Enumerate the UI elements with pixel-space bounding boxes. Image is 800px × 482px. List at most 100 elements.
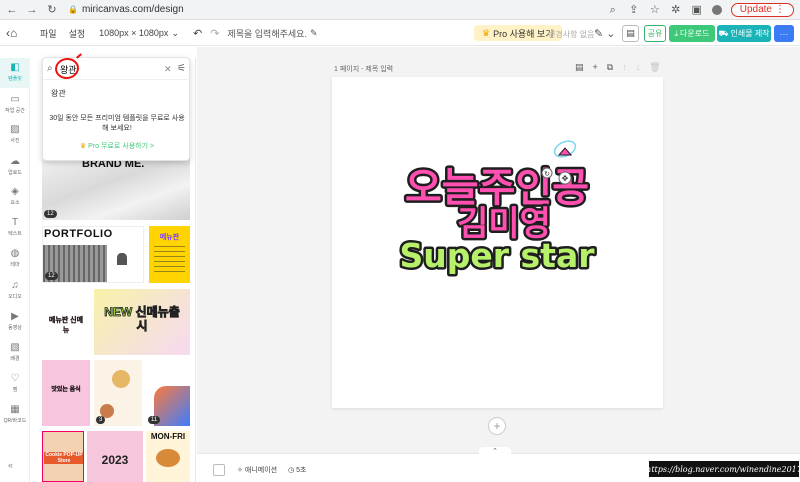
rail-item-template[interactable]: ◧ 템플릿 [0, 62, 30, 82]
save-icon: ▤ [626, 28, 635, 38]
page-toolbar: ▤ + ⧉ ↑ ↓ 🗑 [575, 62, 661, 73]
title-input[interactable]: 제목을 입력해주세요. ✎ [227, 27, 317, 40]
pro-free-link[interactable]: ♛ Pro 무료로 사용하기 > [43, 141, 191, 151]
app-header: ‹⌂ 파일 설정 1080px × 1080px ⌄ ↶ ↷ 제목을 입력해주세요… [0, 21, 800, 46]
rail-item-upload[interactable]: ☁ 업로드 [0, 156, 30, 176]
page-count-badge: 12 [44, 210, 57, 218]
elements-icon: ◈ [11, 186, 19, 197]
rail-item-background[interactable]: ▧ 배경 [0, 342, 30, 362]
expand-pages-handle[interactable]: ⌃ [479, 447, 511, 455]
download-button[interactable]: ⤓ 다운로드 [669, 25, 715, 42]
page-count-badge: 11 [148, 416, 161, 424]
crown-icon: ♛ [482, 27, 491, 38]
template-gradient[interactable]: 11 [146, 360, 190, 426]
template-menu-sticker[interactable]: 메뉴판 신메뉴 [42, 289, 90, 355]
pen-tool-icon[interactable]: ✎ ⌄ [594, 27, 616, 40]
star-icon[interactable]: ☆ [649, 4, 661, 16]
copy-icon[interactable]: ⧉ [607, 62, 613, 73]
watermark: https://blog.naver.com/winendine2017 [646, 461, 800, 477]
menu-settings[interactable]: 설정 [69, 27, 86, 40]
page-count-badge: 3 [96, 416, 106, 424]
page-title[interactable]: 1 페이지 - 제목 입력 [334, 64, 393, 74]
animation-button[interactable]: ✧ 애니메이션 [237, 465, 277, 475]
print-button[interactable]: ⛟ 인쇄물 제작 [717, 25, 771, 42]
pencil-icon: ✎ [309, 27, 318, 38]
move-handle-icon[interactable]: ✥ [558, 171, 572, 185]
update-button[interactable]: Update ⋮ [730, 2, 794, 17]
more-button[interactable]: ··· [774, 25, 794, 42]
template-cookie-popup[interactable]: Cookie POP-UP Store [42, 431, 84, 482]
page-checkbox[interactable] [213, 464, 225, 476]
rail-item-theme[interactable]: ◍ 테마 [0, 248, 30, 268]
template-brand-me[interactable]: BRAND ME. 12 [42, 152, 190, 220]
undo-icon[interactable]: ↶ [193, 27, 202, 40]
search-icon[interactable]: ⌕ [607, 4, 619, 16]
avatar[interactable] [711, 4, 722, 15]
rail-item-text[interactable]: T 텍스트 [0, 217, 30, 237]
crown-sticker [553, 140, 577, 158]
crown-icon: ♛ [79, 143, 89, 150]
template-title: 메뉴판 [159, 234, 180, 241]
history-status[interactable]: 변경사항 없음 [548, 29, 594, 40]
sidebar-icon[interactable]: ▣ [691, 4, 703, 16]
template-2023[interactable]: 2023 [87, 431, 143, 482]
rail-item-photo[interactable]: ▨ 사진 [0, 124, 30, 144]
design-page[interactable]: 오늘주인공 김미영 Super star ✥ ↻ [332, 77, 663, 408]
rail-item-favorite[interactable]: ♡ 찜 [0, 373, 30, 393]
size-select[interactable]: 1080px × 1080px ⌄ [99, 28, 179, 39]
redo-icon[interactable]: ↷ [210, 27, 219, 40]
collapse-icon[interactable]: « [8, 460, 13, 470]
address-bar[interactable]: 🔒 miricanvas.com/design [68, 3, 184, 17]
search-row: ⌕ ✕ ⚟ [43, 53, 191, 81]
share-icon[interactable]: ⇪ [628, 4, 640, 16]
add-icon[interactable]: + [593, 62, 598, 73]
close-icon[interactable]: ✕ [164, 64, 172, 75]
template-pink-food[interactable]: 맛있는 음식 [42, 360, 90, 426]
template-title: 메뉴판 신메뉴 [48, 317, 84, 334]
art-line-3: Super star [400, 236, 596, 275]
template-title: Cookie POP-UP Store [44, 452, 83, 464]
template-portfolio[interactable]: PORTFOLIO 12 [42, 226, 144, 283]
share-button[interactable]: 공유 [644, 25, 666, 42]
svg-text:✥: ✥ [562, 174, 569, 183]
rotate-handle-icon[interactable]: ↻ [541, 167, 553, 179]
move-up-icon[interactable]: ↑ [622, 62, 627, 73]
text-icon: T [11, 217, 19, 228]
template-mon-fri[interactable]: MON-FRI [146, 431, 190, 482]
rail-item-video[interactable]: ▶ 동영상 [0, 311, 30, 331]
download-icon: ⤓ [674, 28, 679, 38]
template-title: 2023 [101, 453, 129, 467]
reload-icon[interactable]: ↻ [46, 4, 58, 16]
rail-item-workspace[interactable]: ▭ 작업 공간 [0, 94, 30, 114]
filter-icon[interactable]: ⚟ [177, 63, 186, 74]
chevron-down-icon: ⌄ [171, 27, 179, 38]
rail-item-elements[interactable]: ◈ 요소 [0, 186, 30, 206]
trash-icon[interactable]: 🗑 [649, 62, 660, 73]
rail-item-qr[interactable]: ▦ QR/바코드 [0, 404, 30, 424]
upload-icon: ☁ [10, 156, 20, 167]
annotation-circle [53, 56, 81, 81]
save-button[interactable]: ▤ [622, 25, 639, 42]
page-count-badge: 12 [45, 272, 58, 280]
page-duration[interactable]: ◷ 5초 [288, 465, 306, 475]
template-food-menu[interactable]: 3 [94, 360, 142, 426]
palette-icon: ◍ [10, 248, 20, 259]
template-icon: ◧ [10, 62, 20, 73]
template-new-menu[interactable]: NEW 신메뉴출시 [94, 289, 190, 355]
design-artwork[interactable]: 오늘주인공 김미영 Super star ✥ ↻ [332, 77, 663, 408]
rail-item-audio[interactable]: ♫ 오디오 [0, 280, 30, 300]
video-icon: ▶ [11, 311, 19, 322]
template-yellow-menu[interactable]: 메뉴판 [149, 226, 190, 283]
search-suggestion[interactable]: 왕관 [51, 88, 66, 99]
memo-icon[interactable]: ▤ [575, 62, 584, 73]
extensions-icon[interactable]: ✲ [670, 4, 682, 16]
menu-file[interactable]: 파일 [40, 27, 57, 40]
back-icon[interactable]: ← [6, 4, 18, 16]
template-lines [154, 246, 185, 276]
folder-icon: ▭ [10, 94, 20, 105]
forward-icon[interactable]: → [26, 4, 38, 16]
add-page-button[interactable]: + [488, 417, 506, 435]
move-down-icon[interactable]: ↓ [636, 62, 641, 73]
search-icon: ⌕ [47, 63, 53, 74]
home-icon[interactable]: ‹⌂ [6, 26, 28, 40]
